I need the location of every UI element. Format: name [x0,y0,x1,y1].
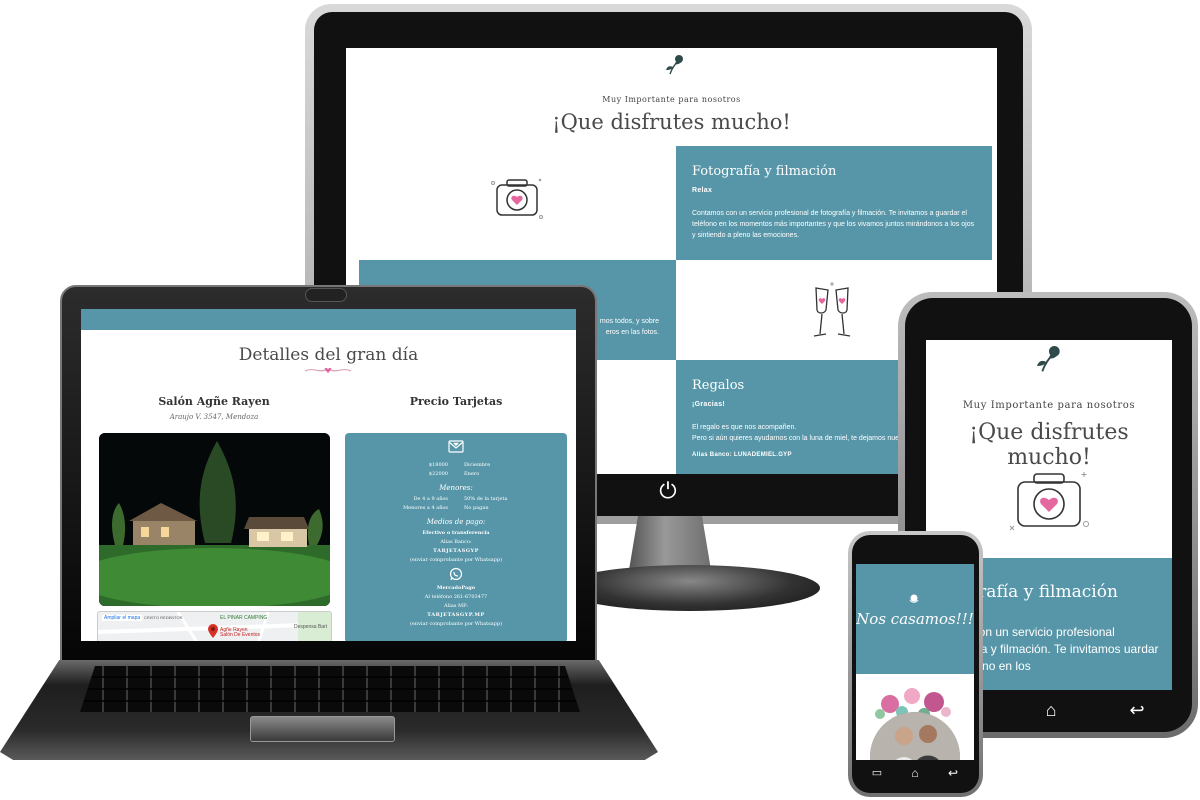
rose-icon [666,55,683,75]
map-label: CRISTO REDENTOR [144,615,183,620]
payment-phone: Al teléfono 261-6703477 [424,594,488,600]
venue-map[interactable]: Ampliar el mapa CRISTO REDENTOR EL PINAR… [97,611,332,641]
laptop-screen: Detalles del gran día Salón Agñe Rayen A… [81,309,576,641]
price-list: $18000 Diciembre $22000 Enero [345,461,567,479]
alias-label: Alias Banco: [440,539,472,545]
camera-heart-icon [1009,472,1089,531]
map-expand-link[interactable]: Ampliar el mapa [102,615,143,621]
venue-name: Salón Agñe Rayen [158,395,270,408]
power-icon[interactable]: ⏻ [655,478,681,504]
back-icon[interactable]: ↩ [946,766,960,780]
price-month: Enero [464,471,480,477]
price-row: $22000 Enero [345,470,567,479]
monitor-title: ¡Que disfrutes mucho! [552,110,791,134]
menores-row: De 4 a 9 años 50% de la tarjeta [345,495,567,504]
menores-row: Menores a 4 años No pagan [345,504,567,513]
price-month: Diciembre [464,462,491,468]
map-pin-icon[interactable] [208,624,218,638]
menores-age: Menores a 4 años [403,505,448,511]
map-label: EL PINAR CAMPING [220,615,268,621]
panel-heading: Fotografía y filmación [692,164,837,179]
bank-alias: TARJETASGYP [433,548,479,554]
phone-hero-text: Nos casamos!!! [856,610,974,628]
champagne-glasses-icon [813,282,851,337]
payment-method: MercadoPago [436,585,476,591]
tablet-title: ¡Que disfrutes mucho! [969,420,1129,470]
payment-note: (enviar comprobante por Whatsapp) [409,621,503,627]
rose-icon [909,594,919,603]
panel-tag: Relax [692,187,713,194]
tablet-subtitle: Muy Importante para nosotros [962,400,1136,411]
recent-apps-icon[interactable]: ▭ [870,766,884,780]
mp-alias: TARJETASGYP.MP [427,612,485,618]
home-icon[interactable]: ⌂ [1040,700,1062,720]
menores-label: Menores: [439,484,473,492]
price-row: $18000 Diciembre [345,461,567,470]
payment-method: Efectivo o transferencia [422,530,490,536]
webcam [305,288,347,302]
monitor-subtitle: Muy Importante para nosotros [602,95,741,104]
top-bar [81,309,576,330]
back-icon[interactable]: ↩ [1126,700,1148,720]
ornament-divider [304,367,352,373]
envelope-heart-icon [448,440,464,453]
alias-label: Alias MP: [444,603,468,609]
monitor-stand-base [560,565,820,611]
venue-address: Araujo V. 3547, Mendoza [169,413,259,421]
payment-note: (enviar comprobante por Whatsapp) [409,557,503,563]
phone-screen: Nos casamos!!! [856,564,974,760]
details-title: Detalles del gran día [238,345,419,365]
photo-video-panel: Fotografía y filmación Relax Contamos co… [676,146,992,260]
map-label: Despensa Bart [294,624,328,630]
laptop-trackpad [250,716,395,742]
panel-text: Contamos con un servicio profesional de … [692,210,975,239]
price-heading: Precio Tarjetas [409,395,503,408]
map-place-type: Salón De Eventos [220,632,261,638]
price-amount: $22000 [428,471,448,477]
menores-price: No pagan [464,505,489,511]
venue-photo [99,433,330,606]
price-card: $18000 Diciembre $22000 Enero Menores: De … [345,433,567,641]
camera-heart-icon [491,178,543,219]
rose-icon [1037,346,1060,372]
whatsapp-icon[interactable] [449,567,463,581]
laptop-keyboard [80,666,580,712]
menores-price: 50% de la tarjeta [464,496,508,502]
map-place: Agñe Rayen Salón De Eventos [220,628,260,638]
price-amount: $18000 [428,462,448,468]
menores-age: De 4 a 9 años [413,496,448,502]
payment-label: Medios de pago: [426,518,486,526]
home-icon[interactable]: ⌂ [908,766,922,780]
